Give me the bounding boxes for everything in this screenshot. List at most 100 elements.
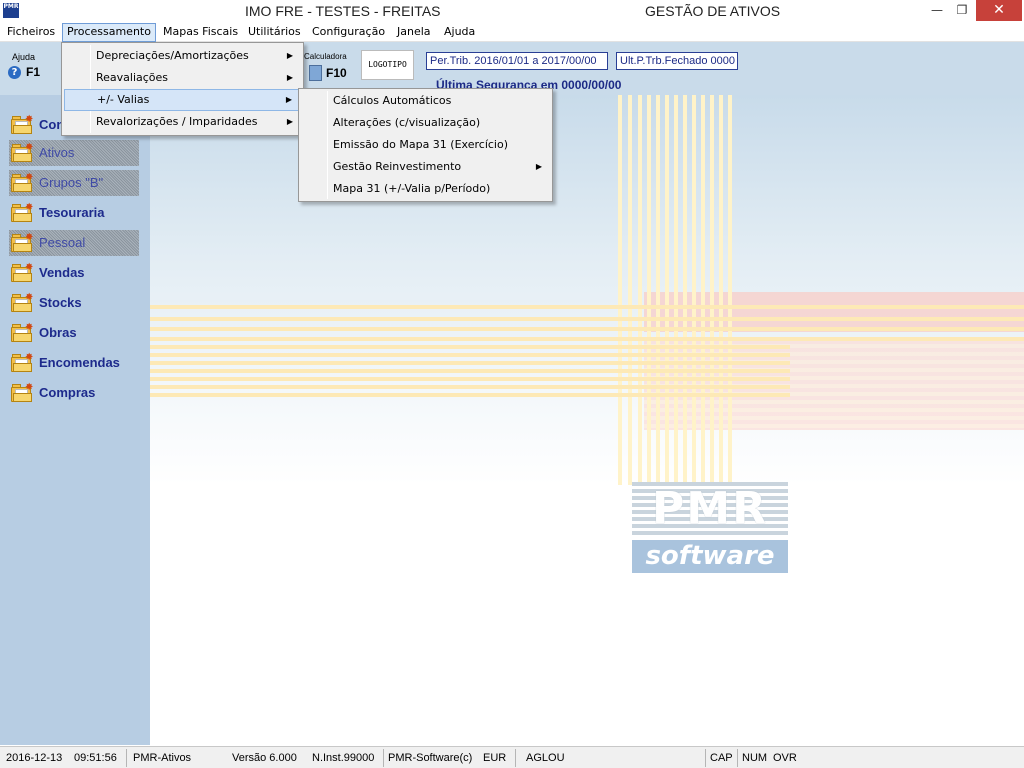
- folder-icon: ✸: [11, 233, 33, 252]
- menu-item-alteracoes[interactable]: Alterações (c/visualização): [301, 112, 550, 134]
- menu-item-label: Alterações (c/visualização): [333, 116, 481, 129]
- status-divider: [737, 749, 738, 767]
- folder-icon: ✸: [11, 115, 33, 134]
- menu-processamento[interactable]: Processamento: [62, 23, 156, 42]
- sidebar-item-ativos[interactable]: ✸ Ativos: [9, 140, 139, 166]
- background-stripe: [150, 369, 790, 373]
- folder-icon: ✸: [11, 323, 33, 342]
- menu-item-depreciacoes[interactable]: Depreciações/Amortizações ▶: [64, 45, 301, 67]
- sidebar-item-label: Compras: [39, 385, 96, 400]
- menu-item-mapa-31-periodo[interactable]: Mapa 31 (+/-Valia p/Período): [301, 178, 550, 200]
- background-stripe: [150, 317, 1024, 321]
- submenu-arrow-icon: ▶: [286, 117, 293, 126]
- calculator-button[interactable]: Calculadora F10: [304, 52, 354, 86]
- menu-mapas-fiscais[interactable]: Mapas Fiscais: [159, 24, 242, 42]
- submenu-arrow-icon: ▶: [285, 95, 292, 104]
- logo-mark: PMR: [652, 483, 768, 534]
- background-stripe: [674, 95, 678, 485]
- status-caps: CAP: [710, 752, 733, 764]
- menu-item-revalorizacoes[interactable]: Revalorizações / Imparidades ▶: [64, 111, 301, 133]
- status-installation: N.Inst.99000: [312, 752, 375, 764]
- background-stripe: [647, 95, 651, 485]
- background-stripe: [665, 95, 669, 485]
- sidebar-item-label: Vendas: [39, 265, 85, 280]
- status-currency: EUR: [483, 752, 507, 764]
- sidebar-item-obras[interactable]: ✸ Obras: [9, 320, 149, 346]
- sidebar-item-pessoal[interactable]: ✸ Pessoal: [9, 230, 139, 256]
- status-num: NUM: [742, 752, 768, 764]
- folder-icon: ✸: [11, 203, 33, 222]
- background-stripe: [150, 385, 790, 389]
- menu-ficheiros[interactable]: Ficheiros: [3, 24, 59, 42]
- submenu-arrow-icon: ▶: [535, 162, 542, 171]
- main-workspace: PMR software: [150, 95, 1024, 745]
- status-time: 09:51:56: [74, 752, 117, 764]
- status-divider: [515, 749, 516, 767]
- background-stripe: [683, 95, 687, 485]
- status-version: Versão 6.000: [232, 752, 297, 764]
- sidebar-item-label: Obras: [39, 325, 77, 340]
- menu-item-calculos-automaticos[interactable]: Cálculos Automáticos: [301, 90, 550, 112]
- folder-icon: ✸: [11, 383, 33, 402]
- folder-icon: ✸: [11, 143, 33, 162]
- background-stripe: [150, 337, 1024, 341]
- minimize-button[interactable]: —: [925, 0, 949, 21]
- close-button[interactable]: ✕: [976, 0, 1022, 21]
- sidebar-item-grupos-b[interactable]: ✸ Grupos "B": [9, 170, 139, 196]
- sidebar-item-encomendas[interactable]: ✸ Encomendas: [9, 350, 149, 376]
- background-stripe: [150, 377, 790, 381]
- menu-item-label: Gestão Reinvestimento: [333, 160, 462, 173]
- status-divider: [126, 749, 127, 767]
- calculator-icon: [309, 65, 322, 81]
- background-stripe: [150, 361, 790, 365]
- menu-item-reavaliacoes[interactable]: Reavaliações ▶: [64, 67, 301, 89]
- background-stripe: [150, 393, 790, 397]
- menu-item-label: Mapa 31 (+/-Valia p/Período): [333, 182, 491, 195]
- processamento-menu: Depreciações/Amortizações ▶ Reavaliações…: [61, 42, 304, 136]
- sidebar-item-vendas[interactable]: ✸ Vendas: [9, 260, 149, 286]
- logo-word: software: [645, 541, 775, 571]
- pmr-software-logo: PMR software: [632, 482, 788, 574]
- status-divider: [383, 749, 384, 767]
- menu-item-label: +/- Valias: [97, 93, 150, 106]
- status-user: AGLOU: [526, 752, 565, 764]
- menu-configuracao[interactable]: Configuração: [308, 24, 389, 42]
- sidebar-item-label: Ativos: [39, 145, 75, 160]
- status-date: 2016-12-13: [6, 752, 63, 764]
- menu-item-gestao-reinvestimento[interactable]: Gestão Reinvestimento ▶: [301, 156, 550, 178]
- background-stripe: [728, 95, 732, 485]
- status-divider: [705, 749, 706, 767]
- submenu-arrow-icon: ▶: [286, 51, 293, 60]
- background-stripe: [628, 95, 632, 485]
- calculator-label: Calculadora: [304, 52, 347, 61]
- menu-item-valias[interactable]: +/- Valias ▶: [64, 89, 301, 111]
- submenu-arrow-icon: ▶: [286, 73, 293, 82]
- sidebar-item-label: Encomendas: [39, 355, 120, 370]
- background-stripe: [150, 345, 790, 349]
- closed-period-box: Ult.P.Trb.Fechado 0000: [616, 52, 738, 70]
- module-title: GESTÃO DE ATIVOS: [645, 3, 781, 19]
- menu-utilitarios[interactable]: Utilitários: [244, 24, 305, 42]
- help-icon: ?: [8, 66, 21, 79]
- app-icon[interactable]: PMR: [3, 3, 19, 18]
- menu-item-label: Reavaliações: [96, 71, 169, 84]
- sidebar-item-label: Stocks: [39, 295, 82, 310]
- menu-item-label: Cálculos Automáticos: [333, 94, 452, 107]
- sidebar-item-compras[interactable]: ✸ Compras: [9, 380, 149, 406]
- menu-ajuda[interactable]: Ajuda: [440, 24, 479, 42]
- sidebar-item-tesouraria[interactable]: ✸ Tesouraria: [9, 200, 149, 226]
- folder-icon: ✸: [11, 263, 33, 282]
- status-company: PMR-Software(c): [388, 752, 473, 764]
- background-stripe: [692, 95, 696, 485]
- company-logo: LOGOTIPO: [361, 50, 414, 80]
- calculator-shortcut: F10: [326, 66, 347, 80]
- folder-icon: ✸: [11, 293, 33, 312]
- menu-item-emissao-mapa-31[interactable]: Emissão do Mapa 31 (Exercício): [301, 134, 550, 156]
- menu-janela[interactable]: Janela: [393, 24, 435, 42]
- restore-button[interactable]: ❐: [950, 0, 974, 21]
- title-bar: PMR IMO FRE - TESTES - FREITAS GESTÃO DE…: [0, 0, 1024, 22]
- help-button[interactable]: Ajuda ? F1: [6, 52, 46, 84]
- sidebar-item-stocks[interactable]: ✸ Stocks: [9, 290, 149, 316]
- menu-bar: Ficheiros Processamento Mapas Fiscais Ut…: [0, 22, 1024, 42]
- background-stripe: [710, 95, 714, 485]
